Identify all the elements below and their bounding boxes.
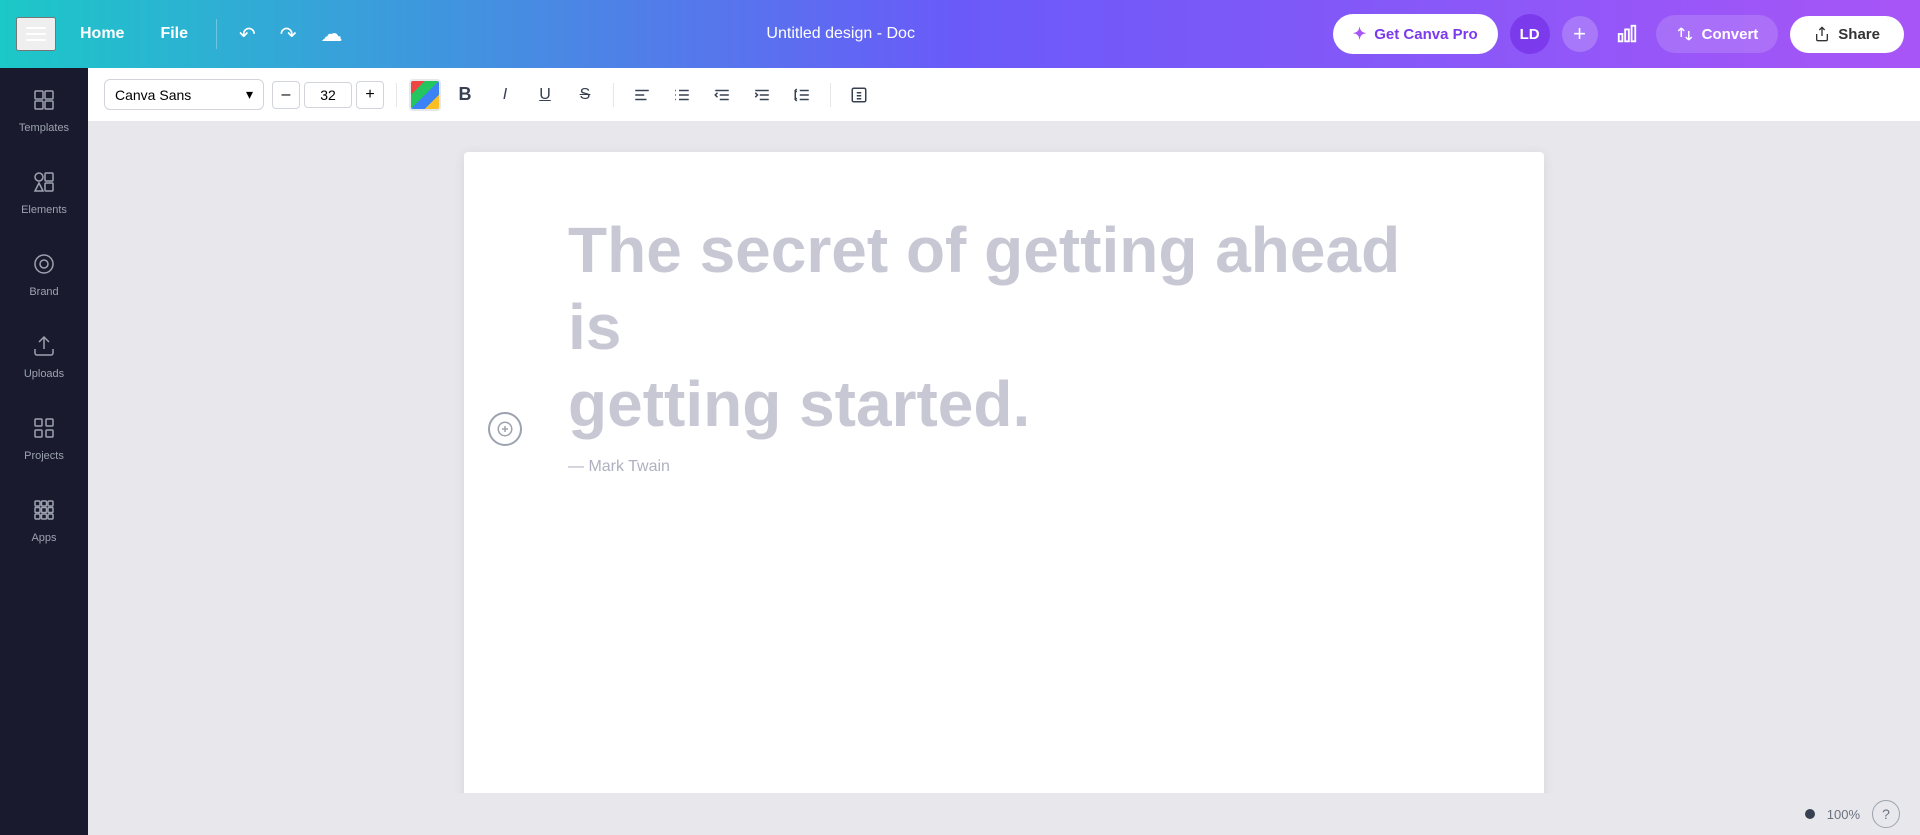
sidebar-item-uploads[interactable]: Uploads xyxy=(0,314,88,396)
decrease-font-size-button[interactable]: – xyxy=(272,81,300,109)
line-spacing-button[interactable] xyxy=(786,79,818,111)
sidebar-item-brand[interactable]: Brand xyxy=(0,232,88,314)
increase-font-size-button[interactable]: + xyxy=(356,81,384,109)
share-label: Share xyxy=(1838,26,1880,43)
bottombar: 100% ? xyxy=(88,793,1920,835)
formatting-toolbar: Canva Sans ▾ – + B I U S xyxy=(88,68,1920,122)
projects-label: Projects xyxy=(24,450,64,462)
apps-label: Apps xyxy=(31,532,56,544)
canvas-area: The secret of getting ahead is getting s… xyxy=(88,122,1920,835)
undo-button[interactable]: ↶ xyxy=(233,16,262,53)
document-title: Untitled design - Doc xyxy=(361,25,1321,43)
quote-text[interactable]: The secret of getting ahead is getting s… xyxy=(568,212,1464,442)
document-page[interactable]: The secret of getting ahead is getting s… xyxy=(464,152,1544,822)
chevron-down-icon: ▾ xyxy=(246,86,253,103)
more-options-button[interactable] xyxy=(843,79,875,111)
color-swatch xyxy=(411,81,439,109)
analytics-button[interactable] xyxy=(1610,17,1644,51)
text-color-button[interactable] xyxy=(409,79,441,111)
scroll-position-indicator xyxy=(1805,809,1815,819)
align-list-button[interactable] xyxy=(666,79,698,111)
convert-button[interactable]: Convert xyxy=(1656,15,1779,53)
quote-line1: The secret of getting ahead is xyxy=(568,214,1400,363)
home-button[interactable]: Home xyxy=(68,19,136,49)
get-canva-pro-button[interactable]: ✦ Get Canva Pro xyxy=(1333,14,1498,54)
convert-label: Convert xyxy=(1702,26,1759,43)
elements-label: Elements xyxy=(21,204,67,216)
italic-button[interactable]: I xyxy=(489,79,521,111)
add-block-button[interactable] xyxy=(488,412,522,446)
bold-button[interactable]: B xyxy=(449,79,481,111)
brand-icon xyxy=(28,248,60,280)
templates-icon xyxy=(28,84,60,116)
align-left-button[interactable] xyxy=(626,79,658,111)
sidebar-item-templates[interactable]: Templates xyxy=(0,68,88,150)
toolbar-separator-2 xyxy=(613,83,614,107)
star-icon: ✦ xyxy=(1353,24,1366,44)
elements-icon xyxy=(28,166,60,198)
menu-button[interactable] xyxy=(16,17,56,51)
templates-label: Templates xyxy=(19,122,69,134)
font-size-input[interactable] xyxy=(304,82,352,108)
strikethrough-button[interactable]: S xyxy=(569,79,601,111)
user-avatar[interactable]: LD xyxy=(1510,14,1550,54)
font-size-control: – + xyxy=(272,81,384,109)
redo-button[interactable]: ↷ xyxy=(274,16,303,53)
file-button[interactable]: File xyxy=(148,19,200,49)
font-family-select[interactable]: Canva Sans ▾ xyxy=(104,79,264,110)
outdent-button[interactable] xyxy=(706,79,738,111)
indent-button[interactable] xyxy=(746,79,778,111)
nav-divider xyxy=(216,19,217,49)
sidebar-item-elements[interactable]: Elements xyxy=(0,150,88,232)
quote-line2: getting started. xyxy=(568,368,1030,440)
topbar: Home File ↶ ↷ ☁ Untitled design - Doc ✦ … xyxy=(0,0,1920,68)
toolbar-separator xyxy=(396,83,397,107)
projects-icon xyxy=(28,412,60,444)
uploads-icon xyxy=(28,330,60,362)
sidebar: Templates Elements Brand Uploads xyxy=(0,0,88,835)
underline-button[interactable]: U xyxy=(529,79,561,111)
sidebar-item-projects[interactable]: Projects xyxy=(0,396,88,478)
share-button[interactable]: Share xyxy=(1790,16,1904,53)
toolbar-separator-3 xyxy=(830,83,831,107)
brand-label: Brand xyxy=(29,286,58,298)
cloud-save-button[interactable]: ☁ xyxy=(315,15,349,53)
apps-icon xyxy=(28,494,60,526)
attribution-text: — Mark Twain xyxy=(568,458,1464,476)
add-collaborator-button[interactable]: + xyxy=(1562,16,1598,52)
uploads-label: Uploads xyxy=(24,368,64,380)
font-family-value: Canva Sans xyxy=(115,87,191,103)
sidebar-item-apps[interactable]: Apps xyxy=(0,478,88,560)
zoom-level: 100% xyxy=(1827,807,1860,822)
help-button[interactable]: ? xyxy=(1872,800,1900,828)
get-canva-pro-label: Get Canva Pro xyxy=(1374,26,1477,43)
